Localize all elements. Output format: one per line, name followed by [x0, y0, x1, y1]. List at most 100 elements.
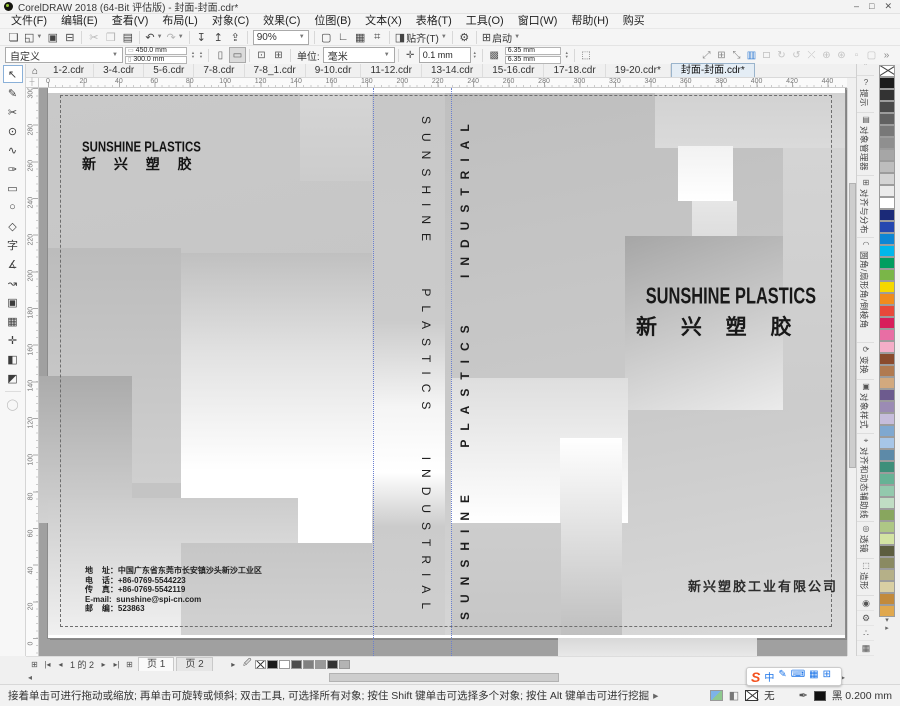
- artwork-rectangle[interactable]: [678, 146, 733, 201]
- status-hint-more[interactable]: ▸: [653, 690, 658, 702]
- drawing-canvas[interactable]: SUNSHINE PLASTICS 新 兴 塑 胶 SUNSHINE PLAST…: [39, 88, 847, 656]
- polygon-tool[interactable]: ◇: [3, 217, 23, 235]
- scroll-left-icon[interactable]: ◂: [28, 673, 32, 682]
- show-rulers-button[interactable]: ∟: [335, 30, 352, 45]
- palette-swatch[interactable]: [879, 521, 895, 533]
- palette-swatch[interactable]: [879, 233, 895, 245]
- maximize-button[interactable]: □: [869, 1, 874, 12]
- weld-icon[interactable]: ⊕: [819, 50, 834, 61]
- page-height-field[interactable]: ▯300.0 mm: [125, 56, 187, 64]
- artwork-rectangle[interactable]: [372, 93, 445, 635]
- palette-scroll-control[interactable]: ▾: [885, 617, 889, 625]
- outline-color-swatch[interactable]: [814, 691, 826, 701]
- interactive-fill-tool[interactable]: ◧: [3, 350, 23, 368]
- horizontal-ruler[interactable]: 0204060801001201401601802002202402602803…: [39, 78, 847, 88]
- vertical-scrollbar[interactable]: [847, 88, 856, 656]
- menu-item[interactable]: 位图(B): [307, 14, 358, 28]
- document-tab[interactable]: 7-8.cdr: [194, 64, 244, 77]
- cut-button[interactable]: ✂: [85, 30, 102, 45]
- menu-item[interactable]: 购买: [616, 14, 652, 28]
- rectangle-tool[interactable]: ▭: [3, 179, 23, 197]
- ruler-origin[interactable]: ┼: [26, 78, 39, 88]
- ellipse-tool[interactable]: ○: [3, 198, 23, 216]
- document-tab[interactable]: 19-20.cdr*: [606, 64, 671, 77]
- palette-swatch[interactable]: [879, 461, 895, 473]
- pick-tool[interactable]: ↖: [3, 65, 23, 83]
- overflow-icon[interactable]: »: [879, 50, 894, 61]
- docker-tab[interactable]: ▤对象管理器: [857, 113, 874, 176]
- artwork-rectangle[interactable]: [783, 148, 845, 410]
- palette-swatch[interactable]: [879, 437, 895, 449]
- palette-swatch[interactable]: [879, 149, 895, 161]
- palette-swatch[interactable]: [879, 497, 895, 509]
- palette-swatch[interactable]: [879, 473, 895, 485]
- menu-item[interactable]: 查看(V): [105, 14, 156, 28]
- palette-swatch[interactable]: [879, 101, 895, 113]
- docker-tab[interactable]: ◠圆角/扇形角/倒棱角: [857, 238, 874, 343]
- sogou-logo-icon[interactable]: S: [751, 669, 760, 685]
- ime-icon[interactable]: ▦: [809, 669, 818, 684]
- frame-icon[interactable]: ▢: [864, 50, 879, 61]
- dimension-tool[interactable]: ∡: [3, 255, 23, 273]
- copy-button[interactable]: ❒: [102, 30, 119, 45]
- document-tab[interactable]: 5-6.cdr: [144, 64, 194, 77]
- menu-item[interactable]: 窗口(W): [511, 14, 565, 28]
- pen-tool[interactable]: ✑: [3, 160, 23, 178]
- palette-swatch[interactable]: [879, 533, 895, 545]
- shape-tool[interactable]: ✎: [3, 84, 23, 102]
- docker-tab[interactable]: ⊞对齐与分布: [857, 176, 874, 239]
- menu-item[interactable]: 表格(T): [409, 14, 459, 28]
- palette-swatch[interactable]: [879, 293, 895, 305]
- import-button[interactable]: ↧: [193, 30, 210, 45]
- palette-swatch[interactable]: [879, 581, 895, 593]
- artwork-rectangle[interactable]: [558, 638, 757, 656]
- palette-swatch[interactable]: [879, 365, 895, 377]
- palette-swatch[interactable]: [879, 413, 895, 425]
- horizontal-scrollbar-thumb[interactable]: [329, 673, 559, 682]
- page-tab-active[interactable]: 页 1: [138, 657, 174, 671]
- doc-palette-swatch[interactable]: [327, 660, 338, 669]
- palette-swatch[interactable]: [879, 317, 895, 329]
- snap-to-button[interactable]: ◨贴齐(T)▼: [393, 30, 449, 45]
- ime-toolbar[interactable]: S 中✎⌨▦⊞: [746, 667, 842, 686]
- nodes-icon[interactable]: □: [759, 50, 774, 61]
- artwork-rectangle[interactable]: [300, 93, 372, 181]
- palette-swatch[interactable]: [879, 557, 895, 569]
- show-guidelines-button[interactable]: ⌗: [369, 30, 386, 45]
- palette-swatch[interactable]: [879, 221, 895, 233]
- menu-item[interactable]: 对象(C): [205, 14, 256, 28]
- company-name[interactable]: 新兴塑胶工业有限公司: [688, 576, 838, 595]
- zoom-tool[interactable]: ⊙: [3, 122, 23, 140]
- palette-swatch[interactable]: [879, 89, 895, 101]
- palette-swatch[interactable]: [879, 353, 895, 365]
- portrait-button[interactable]: ▯: [212, 47, 229, 63]
- palette-swatch[interactable]: [879, 329, 895, 341]
- save-button[interactable]: ▣: [44, 30, 61, 45]
- document-tab[interactable]: 7-8_1.cdr: [245, 64, 306, 77]
- open-button[interactable]: ◱▼: [22, 30, 44, 45]
- docker-tab-icon-only[interactable]: ◉: [857, 596, 874, 611]
- trim-icon[interactable]: ⊛: [834, 50, 849, 61]
- palette-swatch[interactable]: [879, 569, 895, 581]
- spine-text-right[interactable]: SUNSHINE PLASTICS INDUSTRIAL: [458, 110, 477, 620]
- page-width-field[interactable]: ▭450.0 mm: [125, 47, 187, 55]
- text-tool[interactable]: 字: [3, 236, 23, 254]
- docker-tab-icon-only[interactable]: ∴: [857, 626, 874, 641]
- duplicate-x-field[interactable]: 6.35 mm: [505, 47, 561, 55]
- docker-tab[interactable]: ⬚造形: [857, 559, 874, 596]
- docker-tab-icon-only[interactable]: ⚙: [857, 611, 874, 626]
- docker-tab[interactable]: ⟳变换: [857, 343, 874, 380]
- palette-swatch[interactable]: [879, 449, 895, 461]
- page-tab[interactable]: 页 2: [176, 657, 212, 671]
- palette-swatch[interactable]: [879, 425, 895, 437]
- all-pages-button[interactable]: ⊞: [270, 47, 287, 63]
- doc-palette-swatch[interactable]: [255, 660, 266, 669]
- document-tab[interactable]: 13-14.cdr: [422, 64, 483, 77]
- menu-item[interactable]: 文件(F): [4, 14, 54, 28]
- spine-text-left[interactable]: SUNSHINE PLASTICS INDUSTRIAL: [414, 116, 433, 631]
- artwork-rectangle[interactable]: [655, 93, 845, 148]
- ime-icon[interactable]: 中: [764, 669, 774, 684]
- page-preset-select[interactable]: 自定义▼: [5, 47, 123, 63]
- palette-swatch[interactable]: [879, 209, 895, 221]
- document-tab[interactable]: 11-12.cdr: [361, 64, 422, 77]
